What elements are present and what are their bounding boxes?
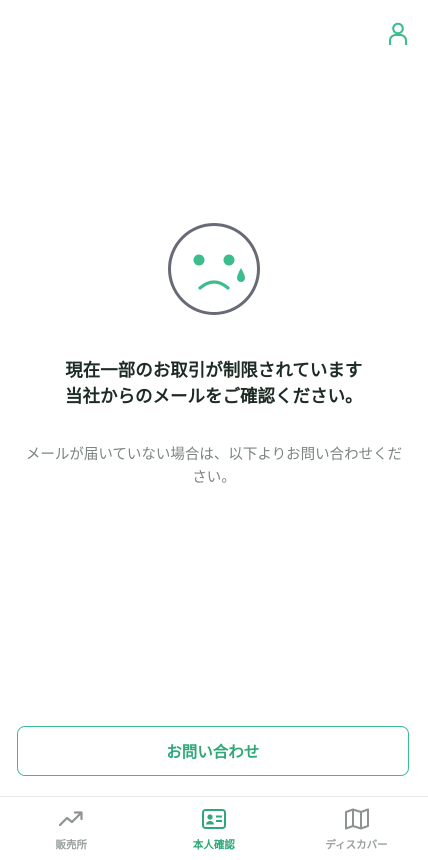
sad-face-icon xyxy=(168,223,260,315)
trending-up-icon xyxy=(58,807,84,831)
restriction-screen: 現在一部のお取引が制限されています 当社からのメールをご確認ください。 メールが… xyxy=(0,0,428,860)
person-icon xyxy=(389,22,407,45)
headline-line-1: 現在一部のお取引が制限されています xyxy=(65,361,363,381)
tab-exchange-label: 販売所 xyxy=(55,839,88,851)
tab-identity-verification-label: 本人確認 xyxy=(193,839,235,851)
tab-exchange[interactable]: 販売所 xyxy=(0,797,143,860)
id-card-icon xyxy=(201,807,227,831)
restriction-description: メールが届いていない場合は、以下よりお問い合わせください。 xyxy=(25,447,403,486)
tab-discover-label: ディスカバー xyxy=(325,839,388,851)
headline-line-2: 当社からのメールをご確認ください。 xyxy=(65,387,363,407)
tab-identity-verification[interactable]: 本人確認 xyxy=(143,797,286,860)
contact-button[interactable]: お問い合わせ xyxy=(17,726,409,776)
map-icon xyxy=(344,807,370,831)
account-button[interactable] xyxy=(384,20,412,48)
restriction-headline: 現在一部のお取引が制限されています 当社からのメールをご確認ください。 xyxy=(0,358,428,410)
bottom-tab-bar: 販売所 本人確認 ディスカバー xyxy=(0,796,428,860)
tab-discover[interactable]: ディスカバー xyxy=(285,797,428,860)
